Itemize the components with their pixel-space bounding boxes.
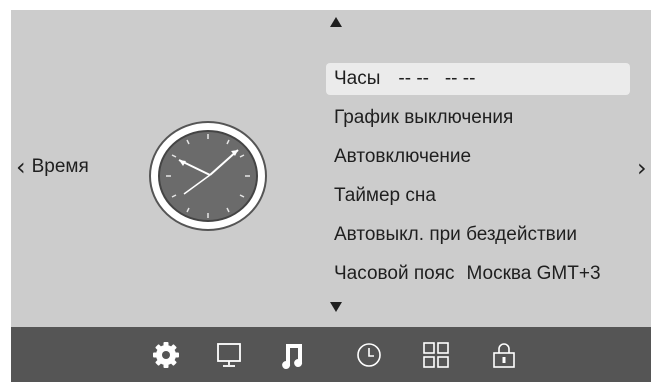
menu-item-clock[interactable]: Часы -- -- -- -- (326, 63, 630, 95)
time-settings-screen: ‹ Время Часы -- -- -- -- График выключен… (0, 0, 659, 382)
left-category-nav[interactable]: ‹ Время (16, 155, 89, 179)
menu-item-auto-off-inactivity[interactable]: Автовыкл. при бездействии (326, 215, 630, 254)
bottom-category-bar (11, 327, 651, 382)
monitor-icon[interactable] (214, 340, 244, 370)
menu-item-label: Часы (334, 68, 381, 89)
menu-item-label: График выключения (334, 106, 514, 128)
scroll-down-icon[interactable] (330, 302, 342, 312)
menu-item-time-zone[interactable]: Часовой пояс Москва GMT+3 (326, 254, 630, 293)
apps-grid-icon[interactable] (421, 340, 451, 370)
chevron-left-icon[interactable]: ‹ (16, 155, 26, 179)
music-note-icon[interactable] (277, 340, 307, 370)
settings-gear-icon[interactable] (151, 340, 181, 370)
menu-item-label: Часовой пояс (334, 262, 455, 284)
menu-item-value: Москва GMT+3 (466, 262, 601, 284)
scroll-up-icon[interactable] (330, 17, 342, 27)
category-label: Время (31, 156, 89, 177)
menu-item-sleep-timer[interactable]: Таймер сна (326, 176, 630, 215)
menu-item-label: Автовключение (334, 145, 472, 167)
menu-item-label: Таймер сна (334, 184, 436, 206)
analog-clock-icon (149, 121, 267, 231)
menu-item-value: -- -- -- -- (398, 68, 476, 89)
time-settings-menu: Часы -- -- -- -- График выключения Автов… (326, 63, 630, 293)
menu-item-auto-power-on[interactable]: Автовключение (326, 137, 630, 176)
chevron-right-icon[interactable]: › (637, 155, 647, 181)
lock-icon[interactable] (489, 340, 519, 370)
menu-item-label: Автовыкл. при бездействии (334, 223, 577, 245)
clock-icon[interactable] (354, 340, 384, 370)
menu-item-shutdown-schedule[interactable]: График выключения (326, 98, 630, 137)
